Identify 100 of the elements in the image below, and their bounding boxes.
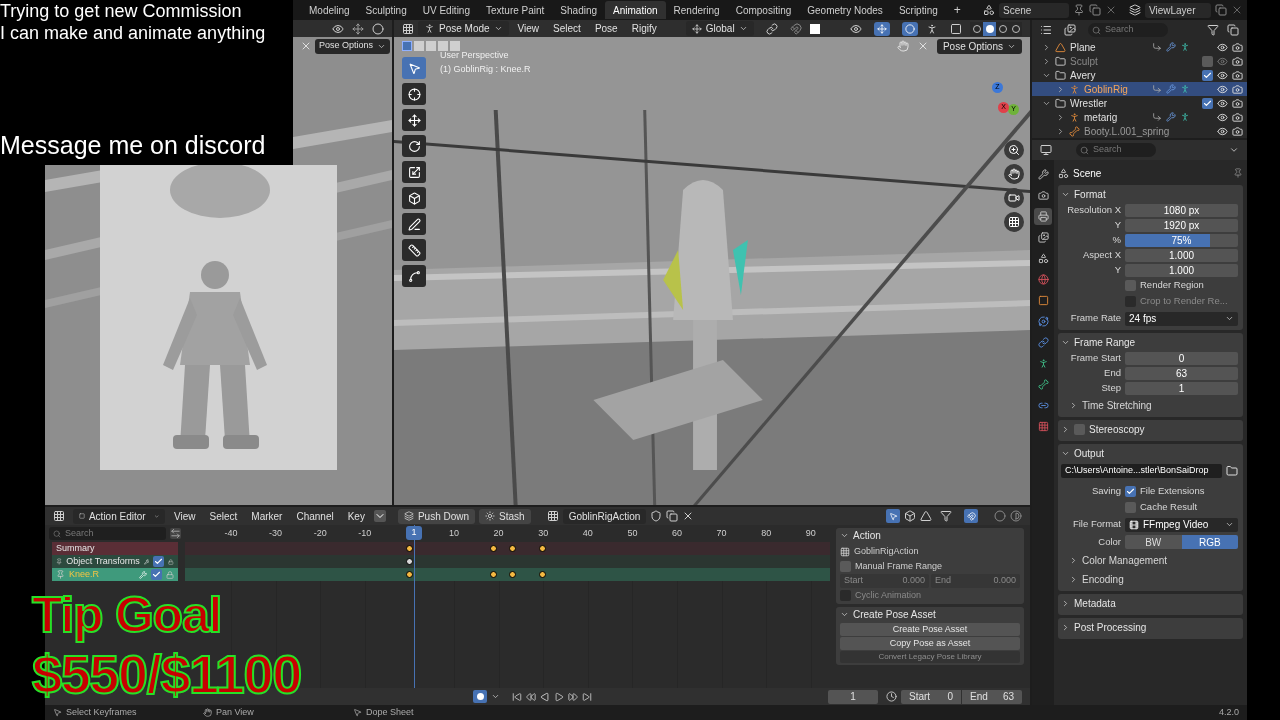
number-field[interactable]: 1080 px — [1125, 203, 1238, 217]
menu-item[interactable]: Pose — [589, 21, 623, 36]
toggle-option[interactable]: RGB — [1181, 535, 1238, 549]
frame-number: 80 — [760, 527, 773, 540]
dropdown[interactable]: 24 fps — [1125, 311, 1238, 326]
number-field[interactable]: 0 — [1125, 351, 1238, 365]
workspace-tab[interactable]: Scripting — [890, 1, 946, 19]
field-label: Step — [1100, 380, 1121, 395]
frame-number: 20 — [492, 527, 505, 540]
action-name: GoblinRigAction — [854, 544, 919, 558]
outliner-item-name: Sculpt — [1070, 54, 1098, 69]
outliner-item-name: Booty.L.001_spring — [1084, 124, 1170, 138]
field-label: Saving — [1090, 484, 1121, 499]
end-frame-field[interactable]: End 63 — [962, 689, 1022, 704]
outliner-item-name: Avery — [1070, 68, 1096, 83]
workspace-tab[interactable]: Geometry Nodes — [799, 1, 891, 19]
subpanel-header[interactable]: Color Management — [1061, 551, 1238, 569]
orientation-dropdown[interactable]: Global — [685, 21, 754, 36]
panel-header[interactable]: Action — [840, 528, 1020, 543]
field-label: Frame Start — [1069, 350, 1121, 365]
panel-header[interactable]: Stereoscopy — [1061, 420, 1240, 438]
start-frame-field[interactable]: Start 0 — [901, 689, 961, 704]
outliner-row[interactable]: Wrestler — [1032, 96, 1247, 110]
menu-item[interactable]: Select — [548, 21, 586, 36]
channel-row[interactable]: Object Transforms — [52, 555, 178, 568]
workspace-tab[interactable]: Modeling — [301, 1, 358, 19]
context-title: Scene — [1073, 166, 1102, 181]
panel-header[interactable]: Format — [1061, 185, 1240, 203]
tip-goal-title: Tip Goal — [32, 586, 223, 644]
frame-number: 30 — [537, 527, 550, 540]
current-frame-indicator[interactable]: 1 — [405, 526, 422, 540]
workspace-tab[interactable]: Rendering — [665, 1, 728, 19]
workspace-tab[interactable]: Animation — [605, 1, 666, 19]
number-field[interactable]: 1 — [1125, 381, 1238, 395]
convert-button[interactable]: Convert Legacy Pose Library — [840, 651, 1020, 663]
add-workspace-button[interactable]: + — [945, 1, 969, 19]
view-layer-field[interactable]: ViewLayer — [1145, 2, 1211, 18]
checkbox-label: File Extensions — [1140, 484, 1205, 499]
subpanel-header[interactable]: Time Stretching — [1061, 396, 1238, 414]
search-field[interactable]: Search — [1076, 143, 1156, 157]
frame-number: 50 — [626, 527, 639, 540]
number-field[interactable]: 1.000 — [1125, 263, 1238, 277]
outliner-row[interactable]: Booty.L.001_spring — [1032, 124, 1247, 138]
editor-mode-dropdown[interactable]: Action Editor — [73, 508, 165, 524]
field-label: Color — [1097, 534, 1121, 549]
menu-item[interactable]: Select — [204, 508, 243, 524]
menu-item[interactable]: Key — [342, 508, 370, 524]
scene-field[interactable]: Scene — [999, 2, 1069, 18]
percentage-slider[interactable]: 75% — [1125, 233, 1238, 247]
workspace-tab[interactable]: Texture Paint — [478, 1, 553, 19]
current-frame-field[interactable]: 1 — [828, 689, 878, 704]
stash-button[interactable]: Stash — [479, 508, 531, 524]
panel-header[interactable]: Metadata — [1061, 594, 1240, 612]
push-down-button[interactable]: Push Down — [397, 508, 476, 524]
version-text: 4.2.0 — [1218, 705, 1239, 719]
channel-row[interactable]: Summary — [52, 542, 178, 555]
panel-header[interactable]: Create Pose Asset — [840, 607, 1020, 622]
field-label: Frame Rate — [1069, 311, 1121, 326]
pose-asset-button[interactable]: Copy Pose as Asset — [840, 637, 1020, 650]
overlay-text: Trying to get new Commission — [0, 0, 243, 22]
panel-header[interactable]: Post Processing — [1061, 618, 1240, 636]
menu-item[interactable]: Marker — [246, 508, 288, 524]
checkbox-label: Manual Frame Range — [855, 559, 943, 573]
menu-item[interactable]: Channel — [291, 508, 339, 524]
menu-item[interactable]: View — [512, 21, 545, 36]
panel-header[interactable]: Output — [1061, 444, 1240, 462]
subpanel-header[interactable]: Encoding — [1061, 570, 1238, 588]
number-field[interactable]: 63 — [1125, 366, 1238, 380]
view-name-text: User Perspective — [440, 49, 510, 62]
checkbox-label: Crop to Render Re... — [1140, 294, 1228, 309]
workspace-tab[interactable]: Sculpting — [357, 1, 415, 19]
panel-header[interactable]: Frame Range — [1061, 333, 1240, 351]
path-field[interactable]: C:\Users\Antoine...stler\BonSaiDrop — [1061, 463, 1222, 478]
outliner-row[interactable]: Avery — [1032, 68, 1247, 82]
checkbox-label: Cache Result — [1140, 500, 1198, 515]
start-field: Start 0.000 — [840, 574, 929, 588]
field-label: Resolution X — [1066, 202, 1121, 217]
checkbox-label: Cyclic Animation — [855, 588, 922, 602]
toggle-option[interactable]: BW — [1125, 535, 1182, 549]
outliner-row[interactable]: GoblinRig — [1032, 82, 1247, 96]
number-field[interactable]: 1920 px — [1125, 218, 1238, 232]
outliner-item-name: metarig — [1084, 110, 1118, 125]
workspace-tab[interactable]: UV Editing — [414, 1, 478, 19]
action-name-field[interactable]: GoblinRigAction — [562, 508, 647, 524]
outliner-row[interactable]: Sculpt — [1032, 54, 1247, 68]
number-field[interactable]: 1.000 — [1125, 248, 1238, 262]
status-hint: Select Keyframes — [66, 705, 137, 719]
pose-asset-button[interactable]: Create Pose Asset — [840, 623, 1020, 636]
search-field[interactable]: Search — [49, 527, 166, 540]
search-field[interactable]: Search — [1088, 23, 1168, 37]
workspace-tab[interactable]: Shading — [552, 1, 606, 19]
mode-dropdown[interactable]: Pose Mode — [418, 21, 509, 36]
outliner-row[interactable]: metarig — [1032, 110, 1247, 124]
workspace-tab[interactable]: Compositing — [727, 1, 800, 19]
field-label: File Format — [1071, 517, 1121, 532]
outliner-row[interactable]: Plane — [1032, 40, 1247, 54]
menu-item[interactable]: Rigify — [626, 21, 662, 36]
menu-item[interactable]: View — [169, 508, 201, 524]
status-hint: Pan View — [216, 705, 254, 719]
dropdown[interactable]: FFmpeg Video — [1125, 517, 1238, 532]
